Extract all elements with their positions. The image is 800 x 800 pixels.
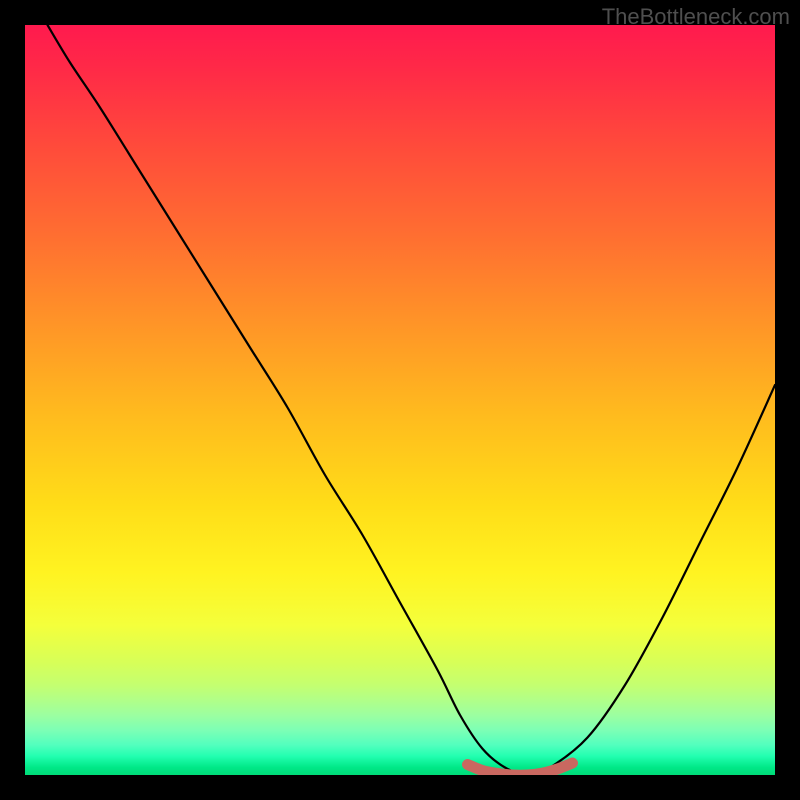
- chart-background: [25, 25, 775, 775]
- chart-frame: TheBottleneck.com: [0, 0, 800, 800]
- bottleneck-chart: [25, 25, 775, 775]
